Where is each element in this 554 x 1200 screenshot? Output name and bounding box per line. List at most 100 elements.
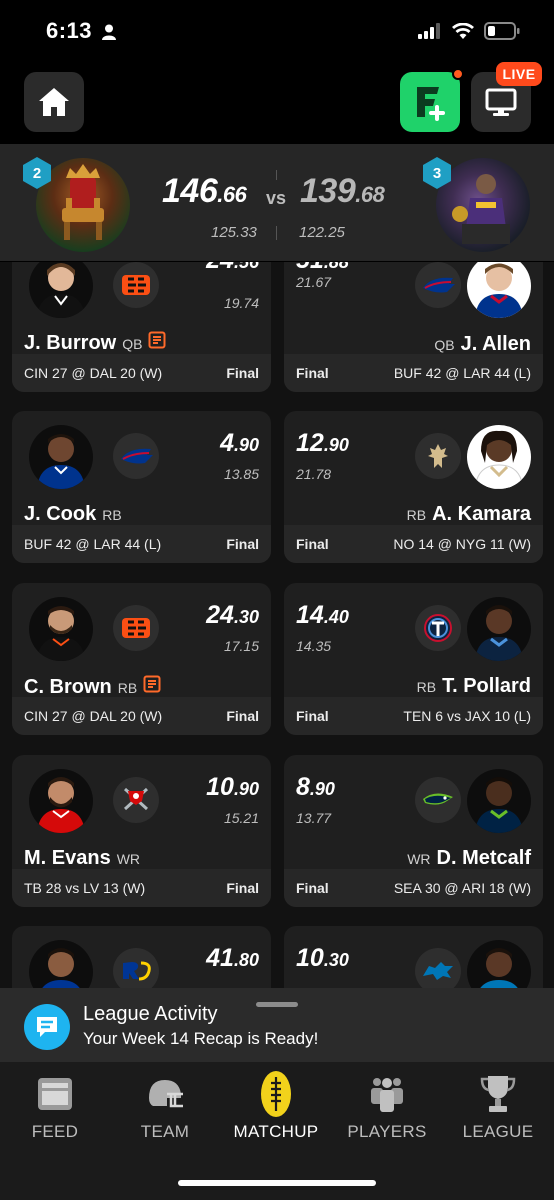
drag-handle[interactable]	[256, 1002, 298, 1007]
player-projected: 13.77	[296, 810, 332, 826]
trophy-icon	[476, 1072, 520, 1116]
game-status: Final	[296, 880, 329, 896]
player-photo	[467, 940, 531, 988]
player-projected: 14.35	[296, 638, 332, 654]
football-icon	[254, 1071, 298, 1117]
rams-logo	[113, 948, 159, 988]
nav-league[interactable]: LEAGUE	[443, 1062, 553, 1162]
player-name: WR D. Metcalf	[407, 847, 531, 869]
game-score: SEA 30 @ ARI 18 (W)	[393, 880, 531, 896]
wifi-icon	[452, 23, 474, 39]
bengals-logo	[113, 605, 159, 651]
nav-team[interactable]: TEAM	[110, 1062, 220, 1162]
nav-matchup[interactable]: MATCHUP	[221, 1062, 331, 1162]
app-header	[0, 60, 554, 144]
player-points: 14.40	[296, 601, 349, 629]
player-card-left[interactable]: 41.80	[12, 926, 271, 988]
game-status: Final	[226, 536, 259, 552]
bills-logo	[113, 433, 159, 479]
fan-plus-icon	[417, 87, 445, 121]
player-points: 12.90	[296, 429, 349, 457]
lions-logo	[415, 948, 461, 988]
game-status: Final	[226, 880, 259, 896]
player-projected: 15.21	[223, 810, 259, 826]
player-projected: 13.85	[223, 466, 259, 482]
my-team-rank-badge: 2	[22, 156, 52, 190]
divider	[276, 170, 277, 180]
players-icon	[365, 1072, 409, 1116]
player-photo	[29, 425, 93, 489]
cellular-signal-icon	[418, 23, 440, 39]
seahawks-logo	[415, 777, 461, 823]
person-icon	[102, 24, 116, 40]
vs-label: vs	[266, 188, 287, 208]
player-points: 41.80	[206, 944, 259, 972]
chat-bubble-icon	[24, 1004, 70, 1050]
opponent-rank-badge: 3	[422, 156, 452, 190]
player-photo	[467, 262, 531, 318]
player-projected: 17.15	[223, 638, 259, 654]
game-status: Final	[296, 365, 329, 381]
matchup-scorebar: 2 146.66 vs 139.68 125.33 122.25 3	[0, 144, 554, 262]
buccaneers-logo	[113, 777, 159, 823]
player-card-right[interactable]: 8.90 13.77 WR D. Metcalf Final SEA 30 @ AR…	[284, 755, 543, 907]
player-card-left[interactable]: 10.90 15.21 M. Evans WR TB 28 vs LV 13 (W…	[12, 755, 271, 907]
home-icon	[39, 88, 69, 116]
player-points: 4.90	[220, 429, 259, 457]
game-status: Final	[226, 708, 259, 724]
game-result-bar: Final SEA 30 @ ARI 18 (W)	[284, 869, 543, 907]
player-name: J. Burrow QB	[24, 331, 166, 355]
player-projected: 21.78	[296, 466, 332, 482]
toast-message: Your Week 14 Recap is Ready!	[83, 1029, 319, 1048]
game-result-bar: TB 28 vs LV 13 (W) Final	[12, 869, 271, 907]
player-photo	[29, 769, 93, 833]
bengals-logo	[113, 262, 159, 308]
player-name: QB J. Allen	[434, 333, 531, 355]
nav-feed[interactable]: FEED	[0, 1062, 110, 1162]
player-card-left[interactable]: 4.90 13.85 J. Cook RB BUF 42 @ LAR 44 (L)…	[12, 411, 271, 563]
player-projected: 19.74	[223, 295, 259, 311]
helmet-icon	[143, 1072, 187, 1116]
player-card-right[interactable]: 12.90 21.78 RB A. Kamara Final NO 14 @ NYG…	[284, 411, 543, 563]
saints-logo	[415, 433, 461, 479]
player-points: 10.90	[206, 773, 259, 801]
player-points: 10.30	[296, 944, 349, 972]
game-result-bar: Final NO 14 @ NYG 11 (W)	[284, 525, 543, 563]
fan-controlled-button[interactable]	[400, 68, 464, 132]
player-card-right[interactable]: 10.30	[284, 926, 543, 988]
news-icon[interactable]	[143, 675, 161, 693]
league-activity-toast[interactable]: League Activity Your Week 14 Recap is Re…	[0, 988, 554, 1062]
home-indicator	[178, 1180, 376, 1186]
nav-players[interactable]: PLAYERS	[332, 1062, 442, 1162]
player-card-left[interactable]: 24.56 19.74 J. BurrowQB CIN 27 @ DAL 20 …	[12, 262, 271, 392]
player-name: J. Cook RB	[24, 503, 122, 525]
game-status: Final	[226, 365, 259, 381]
player-photo	[467, 597, 531, 661]
game-score: TB 28 vs LV 13 (W)	[24, 880, 146, 896]
game-score: TEN 6 vs JAX 10 (L)	[403, 708, 531, 724]
my-team-projected: 125.33	[211, 224, 257, 241]
toast-title: League Activity	[83, 1003, 218, 1025]
player-card-left[interactable]: 24.30 17.15 C. Brown RB CIN 27 @ DAL 20 (…	[12, 583, 271, 735]
news-icon[interactable]	[148, 331, 166, 349]
tv-monitor-icon	[485, 88, 517, 116]
game-score: NO 14 @ NYG 11 (W)	[393, 536, 531, 552]
game-status: Final	[296, 536, 329, 552]
feed-icon	[33, 1072, 77, 1116]
player-name: M. Evans WR	[24, 847, 141, 869]
opponent-projected: 122.25	[299, 224, 345, 241]
player-card-right[interactable]: 51.88 21.67 QBJ. Allen FinalBUF 42 @ LAR…	[284, 262, 543, 392]
status-bar: 6:13	[0, 0, 554, 60]
player-projected: 21.67	[296, 274, 332, 290]
game-result-bar: BUF 42 @ LAR 44 (L) Final	[12, 525, 271, 563]
divider	[276, 226, 277, 240]
player-photo	[29, 597, 93, 661]
player-name: C. Brown RB	[24, 675, 161, 699]
player-card-right[interactable]: 14.40 14.35 RB T. Pollard Final TEN 6 vs J…	[284, 583, 543, 735]
home-button[interactable]	[24, 72, 84, 132]
player-photo	[29, 262, 93, 318]
player-photo	[467, 425, 531, 489]
player-name: RB T. Pollard	[416, 675, 531, 697]
my-team-score: 146.66	[162, 172, 247, 210]
game-status: Final	[296, 708, 329, 724]
